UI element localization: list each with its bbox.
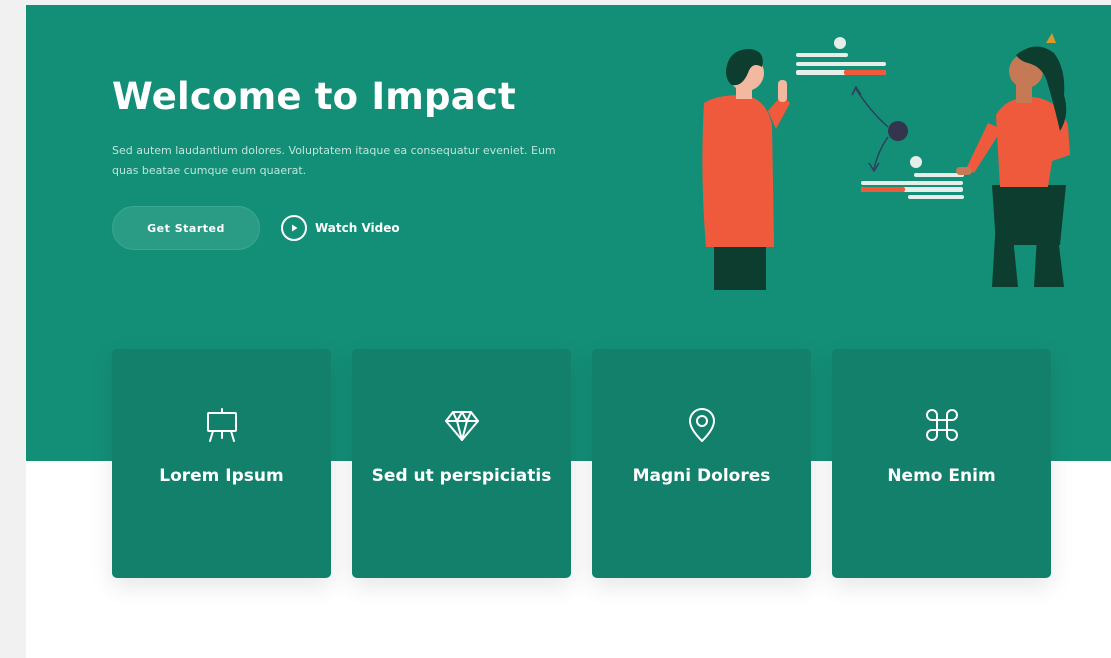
play-icon <box>281 215 307 241</box>
page: Welcome to Impact Sed autem laudantium d… <box>26 5 1111 658</box>
card-sed-ut-perspiciatis[interactable]: Sed ut perspiciatis <box>352 349 571 578</box>
top-progress-bars <box>796 37 886 75</box>
hero-subtitle: Sed autem laudantium dolores. Voluptatem… <box>112 144 556 177</box>
feature-cards: Lorem Ipsum Sed ut perspiciatis Magni Do… <box>112 349 1051 578</box>
person-left-illustration <box>702 49 790 290</box>
easel-icon <box>206 408 237 442</box>
gem-icon <box>444 411 479 441</box>
card-nemo-enim[interactable]: Nemo Enim <box>832 349 1051 578</box>
command-icon <box>925 409 958 441</box>
get-started-label: Get Started <box>147 221 225 235</box>
card-title: Lorem Ipsum <box>159 466 284 486</box>
hero-illustration <box>702 33 1070 290</box>
watch-video-button[interactable]: Watch Video <box>281 214 400 242</box>
map-pin-icon <box>688 408 715 442</box>
watch-video-label: Watch Video <box>315 221 400 235</box>
card-title: Nemo Enim <box>887 466 996 486</box>
person-right-illustration <box>956 33 1070 287</box>
card-magni-dolores[interactable]: Magni Dolores <box>592 349 811 578</box>
card-title: Magni Dolores <box>632 466 771 486</box>
hero-title: Welcome to Impact <box>112 75 516 118</box>
card-title: Sed ut perspiciatis <box>371 466 552 486</box>
card-lorem-ipsum[interactable]: Lorem Ipsum <box>112 349 331 578</box>
get-started-button[interactable]: Get Started <box>112 206 260 250</box>
exchange-arrows <box>851 85 889 173</box>
connector-dot <box>888 121 908 141</box>
